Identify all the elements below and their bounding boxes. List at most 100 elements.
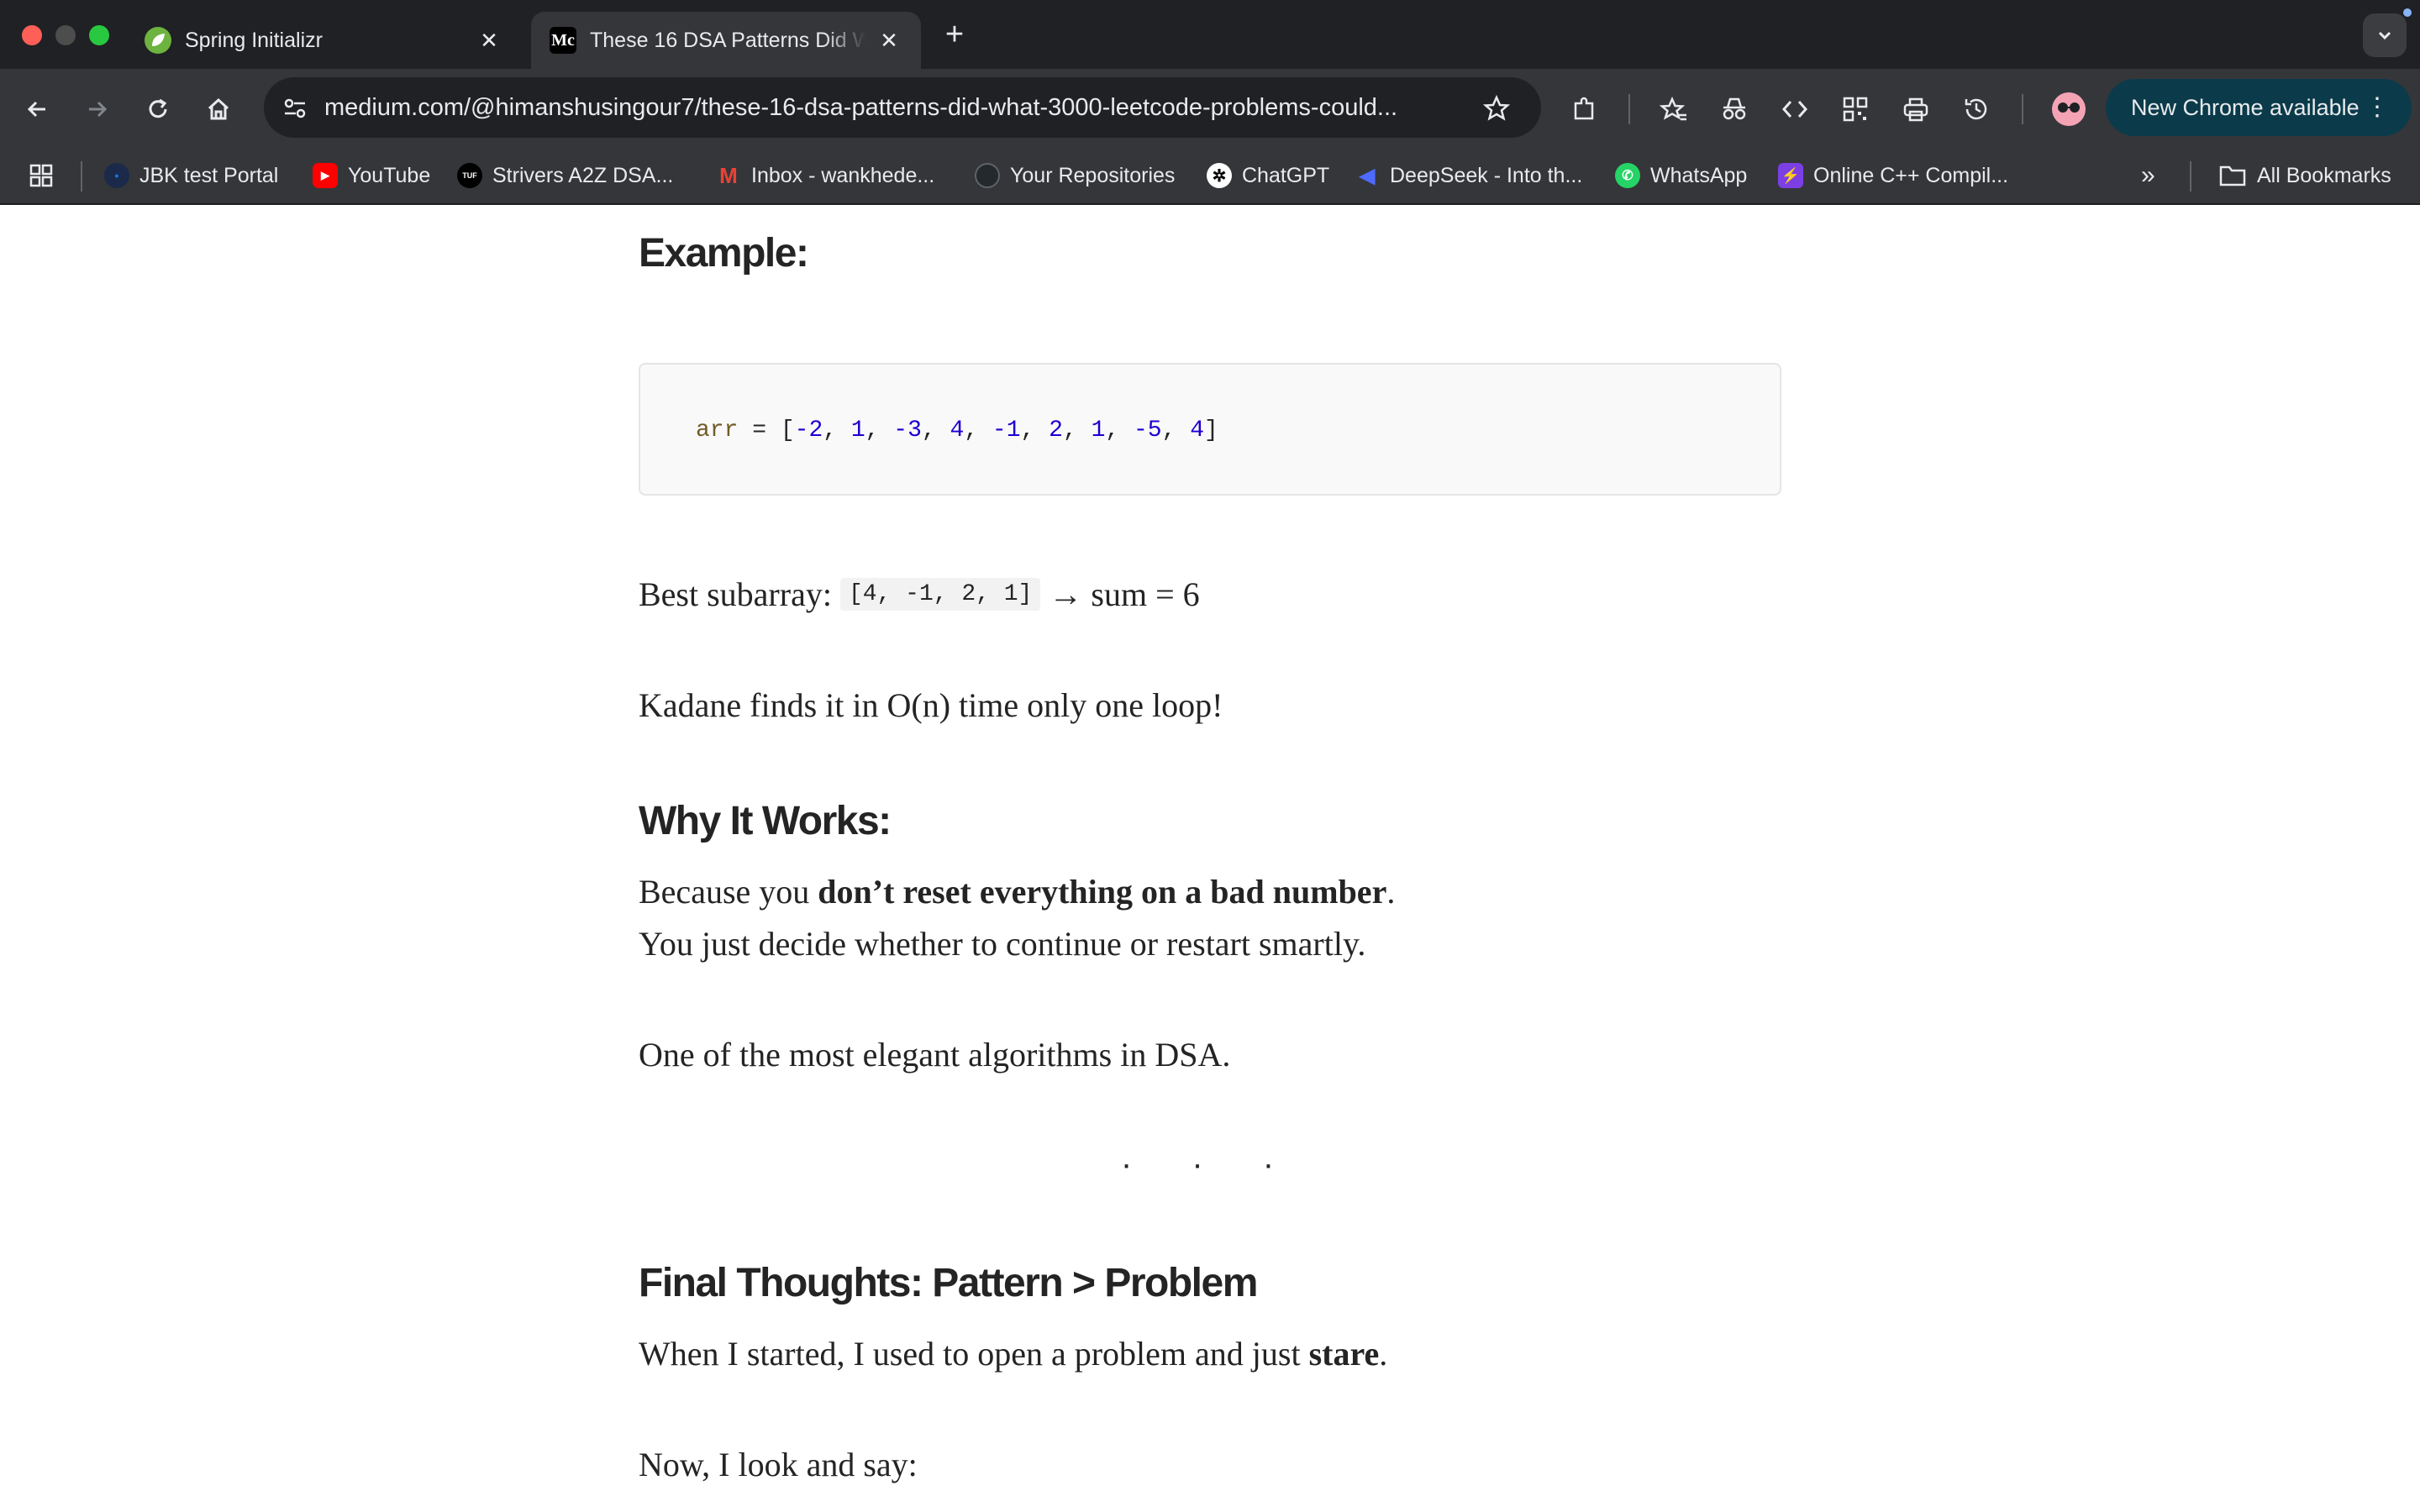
- medium-logo-icon: Mc: [550, 27, 576, 54]
- code-number: 1: [1091, 417, 1106, 444]
- bookmark-jbk-test-portal[interactable]: • JBK test Portal: [104, 148, 278, 203]
- address-bar[interactable]: medium.com/@himanshusingour7/these-16-ds…: [264, 77, 1541, 138]
- more-bookmarks-button[interactable]: »: [2141, 148, 2155, 203]
- code-number: -1: [992, 417, 1021, 444]
- code-number: 1: [850, 417, 865, 444]
- bookmark-deepseek[interactable]: ◀ DeepSeek - Into th...: [1355, 148, 1583, 203]
- profile-avatar-button[interactable]: [2049, 89, 2089, 129]
- text: Best subarray:: [639, 575, 840, 613]
- tab-medium-article[interactable]: Mc These 16 DSA Patterns Did What 3000 L…: [531, 12, 921, 69]
- code-variable: arr: [696, 417, 739, 444]
- close-window-button[interactable]: [22, 25, 42, 45]
- back-button[interactable]: [17, 89, 57, 129]
- bookmark-label: DeepSeek - Into th...: [1390, 163, 1583, 187]
- tab-title: These 16 DSA Patterns Did What 3000 Leet…: [590, 28, 865, 52]
- bookmark-label: JBK test Portal: [139, 163, 279, 187]
- home-icon: [208, 97, 229, 120]
- extensions-button[interactable]: [1565, 89, 1605, 129]
- reload-button[interactable]: [138, 89, 178, 129]
- now-paragraph: Now, I look and say:: [639, 1446, 918, 1483]
- code-number: 4: [950, 417, 965, 444]
- puzzle-icon: [1574, 97, 1594, 120]
- bookmark-youtube[interactable]: ▶ YouTube: [313, 148, 430, 203]
- tab-spring-initializr[interactable]: Spring Initializr ✕: [126, 12, 521, 69]
- new-chrome-available-button[interactable]: New Chrome available ⋮: [2106, 79, 2412, 136]
- reload-icon: [149, 98, 167, 118]
- tab-title: Spring Initializr: [185, 28, 323, 52]
- text: .: [1386, 873, 1396, 911]
- bookmark-strivers-a2z[interactable]: TUF Strivers A2Z DSA...: [457, 148, 673, 203]
- bookmark-gmail-inbox[interactable]: M Inbox - wankhede...: [716, 148, 934, 203]
- code-number: -5: [1133, 417, 1162, 444]
- folder-icon: [2219, 165, 2246, 186]
- star-list-icon: [1660, 96, 1686, 121]
- youtube-icon: ▶: [313, 163, 338, 188]
- bookmark-your-repositories[interactable]: Your Repositories: [975, 148, 1175, 203]
- tab-search-button[interactable]: [2363, 13, 2407, 57]
- history-icon: [1965, 98, 1987, 120]
- decide-paragraph: You just decide whether to continue or r…: [639, 925, 1366, 963]
- maximize-window-button[interactable]: [89, 25, 109, 45]
- menu-dots-icon[interactable]: ⋮: [2365, 79, 2390, 136]
- bookmark-online-cpp-compiler[interactable]: ⚡ Online C++ Compil...: [1778, 148, 2008, 203]
- code-number: 2: [1049, 417, 1063, 444]
- qr-code-icon: [1843, 97, 1868, 122]
- toolbar-divider: [1628, 94, 1630, 124]
- code-block: arr = [-2, 1, -3, 4, -1, 2, 1, -5, 4]: [639, 363, 1781, 496]
- code-punct: ,: [921, 417, 950, 444]
- text: .: [1379, 1335, 1388, 1373]
- minimize-window-button[interactable]: [55, 25, 76, 45]
- bookmarks-divider: [81, 161, 82, 192]
- close-tab-icon[interactable]: ✕: [876, 27, 902, 54]
- gmail-icon: M: [719, 162, 738, 188]
- avatar: [2052, 92, 2086, 126]
- code-punct: ]: [1204, 417, 1218, 444]
- text: → sum = 6: [1040, 575, 1200, 613]
- site-settings-icon[interactable]: [282, 96, 308, 121]
- code-punct: ,: [865, 417, 894, 444]
- printer-icon: [1903, 97, 1928, 122]
- started-paragraph: When I started, I used to open a problem…: [639, 1334, 1387, 1373]
- bookmark-label: YouTube: [348, 163, 431, 187]
- print-button[interactable]: [1896, 89, 1936, 129]
- qr-code-button[interactable]: [1835, 89, 1876, 129]
- best-subarray-paragraph: Best subarray: [4, -1, 2, 1] → sum = 6: [639, 575, 1200, 614]
- code-punct: ,: [1020, 417, 1050, 444]
- history-button[interactable]: [1956, 89, 1996, 129]
- reading-list-button[interactable]: [1654, 89, 1694, 129]
- incognito-icon: [1723, 97, 1746, 120]
- close-tab-icon[interactable]: ✕: [476, 27, 502, 54]
- bookmark-label: Online C++ Compil...: [1813, 163, 2009, 187]
- deepseek-icon: ◀: [1359, 164, 1376, 187]
- all-bookmarks-label: All Bookmarks: [2257, 163, 2391, 187]
- code-punct: ,: [1062, 417, 1092, 444]
- tuf-icon: TUF: [457, 163, 482, 188]
- why-it-works-heading: Why It Works:: [639, 799, 892, 843]
- final-thoughts-heading: Final Thoughts: Pattern > Problem: [639, 1261, 1258, 1305]
- incognito-button[interactable]: [1714, 89, 1754, 129]
- bookmark-label: Inbox - wankhede...: [751, 163, 935, 187]
- bookmark-whatsapp[interactable]: ✆ WhatsApp: [1615, 148, 1747, 203]
- elegant-paragraph: One of the most elegant algorithms in DS…: [639, 1036, 1231, 1074]
- bookmark-label: WhatsApp: [1650, 163, 1748, 187]
- bookmarks-divider: [2190, 161, 2191, 192]
- code-number: -3: [893, 417, 922, 444]
- apps-button[interactable]: [29, 148, 54, 203]
- forward-button[interactable]: [77, 89, 118, 129]
- devtools-button[interactable]: [1775, 89, 1815, 129]
- bookmarks-bar: • JBK test Portal ▶ YouTube TUF Strivers…: [0, 148, 2420, 205]
- text: Because you: [639, 873, 818, 911]
- all-bookmarks-button[interactable]: All Bookmarks: [2218, 148, 2391, 203]
- bookmark-label: Strivers A2Z DSA...: [492, 163, 674, 187]
- jbk-icon: •: [104, 163, 129, 188]
- url-text[interactable]: medium.com/@himanshusingour7/these-16-ds…: [324, 77, 1450, 138]
- kadane-paragraph: Kadane finds it in O(n) time only one lo…: [639, 686, 1223, 724]
- new-tab-button[interactable]: +: [938, 18, 971, 52]
- bookmark-star-icon[interactable]: [1482, 94, 1511, 123]
- code-punct: ,: [823, 417, 851, 444]
- github-icon: [975, 163, 1000, 188]
- inline-code: [4, -1, 2, 1]: [839, 578, 1041, 612]
- bold-text: don’t reset everything on a bad number: [818, 873, 1387, 911]
- bookmark-chatgpt[interactable]: ✲ ChatGPT: [1207, 148, 1329, 203]
- home-button[interactable]: [198, 89, 239, 129]
